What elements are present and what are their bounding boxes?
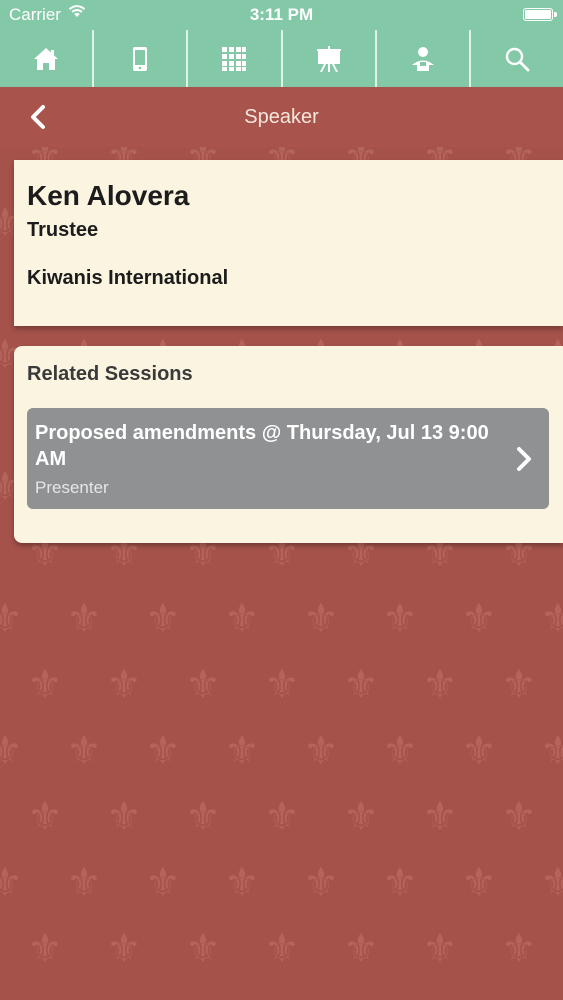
clock: 3:11 PM xyxy=(249,5,314,24)
speaker-title: Trustee xyxy=(27,219,99,241)
grid-icon[interactable] xyxy=(188,30,283,87)
fleur-de-lis-icon: ⚜ xyxy=(303,995,339,1000)
chevron-right-icon xyxy=(517,447,531,471)
fleur-de-lis-icon: ⚜ xyxy=(461,995,497,1000)
search-icon[interactable] xyxy=(471,30,563,87)
fleur-de-lis-icon: ⚜ xyxy=(264,794,300,840)
fleur-de-lis-icon: ⚜ xyxy=(0,596,23,642)
related-sessions-heading: Related Sessions xyxy=(27,363,193,385)
fleur-de-lis-icon: ⚜ xyxy=(264,662,300,708)
fleur-de-lis-icon: ⚜ xyxy=(264,926,300,972)
session-row[interactable]: Proposed amendments @ Thursday, Jul 13 9… xyxy=(27,408,549,509)
fleur-de-lis-icon: ⚜ xyxy=(343,662,379,708)
session-title: Proposed amendments @ Thursday, Jul 13 9… xyxy=(35,422,489,470)
fleur-de-lis-icon: ⚜ xyxy=(501,794,537,840)
fleur-de-lis-icon: ⚜ xyxy=(501,662,537,708)
speaker-card: Ken Alovera xyxy=(14,160,563,326)
icon-tab-bar xyxy=(0,30,563,87)
fleur-de-lis-icon: ⚜ xyxy=(382,596,418,642)
fleur-de-lis-icon: ⚜ xyxy=(382,728,418,774)
fleur-de-lis-icon: ⚜ xyxy=(382,995,418,1000)
fleur-de-lis-icon: ⚜ xyxy=(185,794,221,840)
top-navigation-bar: Carrier 3:11 PM xyxy=(0,0,563,87)
fleur-de-lis-icon: ⚜ xyxy=(27,794,63,840)
fleur-de-lis-icon: ⚜ xyxy=(461,728,497,774)
speaker-name: Ken Alovera xyxy=(27,180,190,211)
home-icon[interactable] xyxy=(0,30,95,87)
fleur-de-lis-icon: ⚜ xyxy=(224,728,260,774)
fleur-de-lis-icon: ⚜ xyxy=(185,926,221,972)
fleur-de-lis-icon: ⚜ xyxy=(145,995,181,1000)
fleur-de-lis-icon: ⚜ xyxy=(106,926,142,972)
fleur-de-lis-icon: ⚜ xyxy=(422,794,458,840)
fleur-de-lis-icon: ⚜ xyxy=(540,860,563,906)
fleur-de-lis-icon: ⚜ xyxy=(303,596,339,642)
fleur-de-lis-icon: ⚜ xyxy=(27,926,63,972)
fleur-de-lis-icon: ⚜ xyxy=(343,794,379,840)
speaker-organization: Kiwanis International xyxy=(27,267,229,289)
fleur-de-lis-icon: ⚜ xyxy=(422,926,458,972)
fleur-de-lis-icon: ⚜ xyxy=(66,728,102,774)
fleur-de-lis-icon: ⚜ xyxy=(540,995,563,1000)
related-sessions-card: Related Sessions Proposed amendments @ T… xyxy=(14,346,563,543)
fleur-de-lis-icon: ⚜ xyxy=(66,860,102,906)
fleur-de-lis-icon: ⚜ xyxy=(0,860,23,906)
mobile-device-icon[interactable] xyxy=(94,30,189,87)
fleur-de-lis-icon: ⚜ xyxy=(224,995,260,1000)
fleur-de-lis-icon: ⚜ xyxy=(540,596,563,642)
title-bar: Speaker xyxy=(0,87,563,147)
fleur-de-lis-icon: ⚜ xyxy=(540,728,563,774)
fleur-de-lis-icon: ⚜ xyxy=(145,596,181,642)
fleur-de-lis-icon: ⚜ xyxy=(0,995,23,1000)
fleur-de-lis-icon: ⚜ xyxy=(224,860,260,906)
page-title: Speaker xyxy=(244,106,319,128)
fleur-de-lis-icon: ⚜ xyxy=(0,728,23,774)
speaker-person-icon[interactable] xyxy=(377,30,471,87)
fleur-de-lis-icon: ⚜ xyxy=(382,860,418,906)
fleur-de-lis-icon: ⚜ xyxy=(106,662,142,708)
fleur-de-lis-icon: ⚜ xyxy=(501,926,537,972)
easel-icon[interactable] xyxy=(283,30,377,87)
fleur-de-lis-icon: ⚜ xyxy=(422,662,458,708)
fleur-de-lis-icon: ⚜ xyxy=(461,596,497,642)
fleur-de-lis-icon: ⚜ xyxy=(66,596,102,642)
fleur-de-lis-icon: ⚜ xyxy=(343,926,379,972)
fleur-de-lis-icon: ⚜ xyxy=(106,794,142,840)
session-role: Presenter xyxy=(35,478,109,497)
fleur-de-lis-icon: ⚜ xyxy=(303,860,339,906)
fleur-de-lis-icon: ⚜ xyxy=(461,860,497,906)
fleur-de-lis-icon: ⚜ xyxy=(224,596,260,642)
status-bar: Carrier 3:11 PM xyxy=(0,0,563,30)
fleur-de-lis-icon: ⚜ xyxy=(145,728,181,774)
fleur-de-lis-icon: ⚜ xyxy=(303,728,339,774)
battery-icon xyxy=(523,8,557,21)
fleur-de-lis-icon: ⚜ xyxy=(185,662,221,708)
fleur-de-lis-icon: ⚜ xyxy=(27,662,63,708)
fleur-de-lis-icon: ⚜ xyxy=(66,995,102,1000)
fleur-de-lis-icon: ⚜ xyxy=(145,860,181,906)
